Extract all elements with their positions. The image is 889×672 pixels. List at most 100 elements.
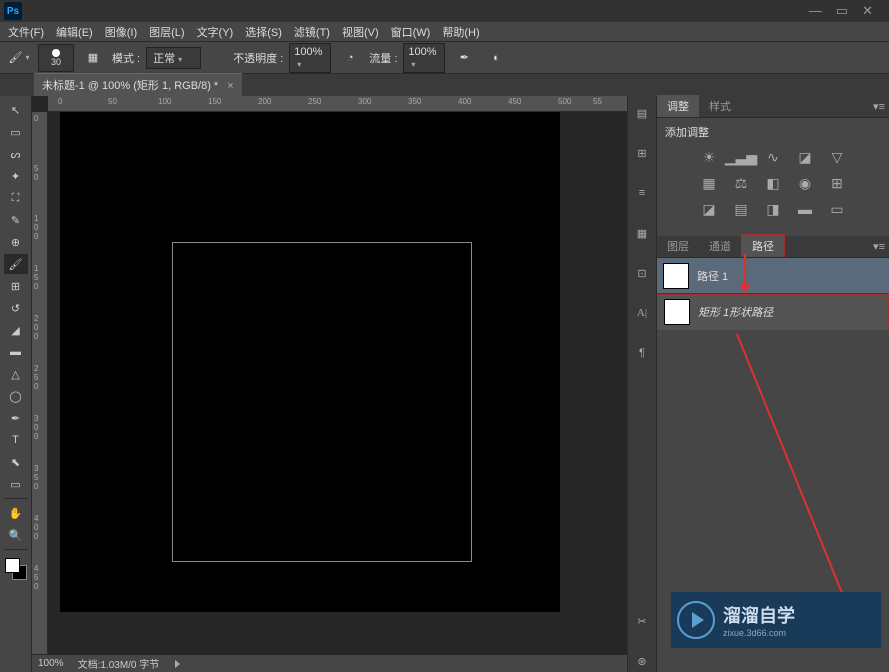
move-tool[interactable]: ↖ <box>4 100 28 120</box>
dodge-tool[interactable]: ◯ <box>4 386 28 406</box>
blend-mode-select[interactable]: 正常▾ <box>146 47 201 69</box>
curves-icon[interactable]: ∿ <box>762 148 784 166</box>
menu-edit[interactable]: 编辑(E) <box>56 24 93 40</box>
path-item-1[interactable]: 路径 1 <box>657 258 889 294</box>
tablet-pressure-icon[interactable]: ◐ <box>483 47 509 69</box>
path-selection-tool[interactable]: ⬉ <box>4 452 28 472</box>
ruler-vertical[interactable]: 050100150200250300350400450 <box>32 112 48 654</box>
opacity-input[interactable]: 100%▾ <box>289 43 331 73</box>
hue-sat-icon[interactable]: ▦ <box>698 174 720 192</box>
brush-panel-icon[interactable]: ▦ <box>631 222 653 244</box>
photo-filter-icon[interactable]: ◉ <box>794 174 816 192</box>
gradient-map-icon[interactable]: ▬ <box>794 200 816 218</box>
posterize-icon[interactable]: ▤ <box>730 200 752 218</box>
blend-mode-label: 模式 : <box>112 50 140 66</box>
vibrance-icon[interactable]: ▽ <box>826 148 848 166</box>
canvas-area: 05010015020025030035040045050055 0501001… <box>32 96 627 672</box>
tab-layers[interactable]: 图层 <box>657 235 699 257</box>
tab-styles[interactable]: 样式 <box>699 95 741 117</box>
menu-view[interactable]: 视图(V) <box>342 24 379 40</box>
adjustments-title: 添加调整 <box>665 124 881 140</box>
history-panel-icon[interactable]: ▤ <box>631 102 653 124</box>
exposure-icon[interactable]: ◪ <box>794 148 816 166</box>
path-name-label: 矩形 1形状路径 <box>698 304 773 320</box>
selective-color-icon[interactable]: ▭ <box>826 200 848 218</box>
tab-channels[interactable]: 通道 <box>699 235 741 257</box>
color-balance-icon[interactable]: ⚖ <box>730 174 752 192</box>
right-panels: 调整 样式 ▾≡ 添加调整 ☀ ▁▃▅ ∿ ◪ ▽ ▦ ⚖ ◧ ◉ ⊞ ◪ ▤ <box>657 96 889 672</box>
zoom-level[interactable]: 100% <box>38 658 64 669</box>
paths-panel-menu-icon[interactable]: ▾≡ <box>873 240 885 253</box>
brightness-icon[interactable]: ☀ <box>698 148 720 166</box>
channel-mixer-icon[interactable]: ⊞ <box>826 174 848 192</box>
adjustments-panel: 添加调整 ☀ ▁▃▅ ∿ ◪ ▽ ▦ ⚖ ◧ ◉ ⊞ ◪ ▤ ◨ ▬ ▭ <box>657 118 889 236</box>
info-panel-icon[interactable]: ⊡ <box>631 262 653 284</box>
brush-size-value: 30 <box>51 57 61 67</box>
character-panel-icon[interactable]: A| <box>631 302 653 324</box>
threshold-icon[interactable]: ◨ <box>762 200 784 218</box>
paragraph-panel-icon[interactable]: ¶ <box>631 342 653 364</box>
levels-icon[interactable]: ▁▃▅ <box>730 148 752 166</box>
paths-panel: 路径 1 矩形 1形状路径 溜溜自学 zixue.3d66.com <box>657 258 889 672</box>
close-document-icon[interactable]: × <box>227 80 233 92</box>
rectangle-shape-path[interactable] <box>172 242 472 562</box>
zoom-tool[interactable]: 🔍 <box>4 525 28 545</box>
tab-paths[interactable]: 路径 <box>741 234 785 257</box>
document-tab-title: 未标题-1 @ 100% (矩形 1, RGB/8) * <box>42 80 218 92</box>
tab-adjustments[interactable]: 调整 <box>657 95 699 117</box>
eyedropper-tool[interactable]: ✎ <box>4 210 28 230</box>
brush-preset-picker[interactable]: 30 <box>38 44 74 72</box>
ruler-horizontal[interactable]: 05010015020025030035040045050055 <box>48 96 627 112</box>
tools-panel-icon[interactable]: ✂ <box>631 610 653 632</box>
watermark-url: zixue.3d66.com <box>723 628 795 638</box>
marquee-tool[interactable]: ▭ <box>4 122 28 142</box>
eraser-tool[interactable]: ◢ <box>4 320 28 340</box>
lasso-tool[interactable]: ᔕ <box>4 144 28 164</box>
close-button[interactable]: ✕ <box>862 3 873 19</box>
menu-type[interactable]: 文字(Y) <box>197 24 234 40</box>
clone-stamp-tool[interactable]: ⊞ <box>4 276 28 296</box>
path-item-shape[interactable]: 矩形 1形状路径 <box>657 294 889 330</box>
history-brush-tool[interactable]: ↺ <box>4 298 28 318</box>
invert-icon[interactable]: ◪ <box>698 200 720 218</box>
menu-window[interactable]: 窗口(W) <box>391 24 431 40</box>
rectangle-tool[interactable]: ▭ <box>4 474 28 494</box>
type-tool[interactable]: T <box>4 430 28 450</box>
menubar: 文件(F) 编辑(E) 图像(I) 图层(L) 文字(Y) 选择(S) 滤镜(T… <box>0 22 889 42</box>
document-tabs: 未标题-1 @ 100% (矩形 1, RGB/8) * × <box>0 74 889 96</box>
blur-tool[interactable]: △ <box>4 364 28 384</box>
airbrush-icon[interactable]: ✒ <box>451 47 477 69</box>
tool-preset-icon[interactable]: 🖌▾ <box>6 47 32 69</box>
document-tab[interactable]: 未标题-1 @ 100% (矩形 1, RGB/8) * × <box>34 73 242 96</box>
navigator-panel-icon[interactable]: ⊛ <box>631 650 653 672</box>
brush-panel-toggle-icon[interactable]: ▦ <box>80 47 106 69</box>
hand-tool[interactable]: ✋ <box>4 503 28 523</box>
magic-wand-tool[interactable]: ✦ <box>4 166 28 186</box>
maximize-button[interactable]: ▭ <box>836 3 848 19</box>
healing-brush-tool[interactable]: ⊕ <box>4 232 28 252</box>
status-bar: 100% 文档:1.03M/0 字节 <box>32 654 627 672</box>
properties-panel-icon[interactable]: ≡ <box>631 182 653 204</box>
window-controls: — ▭ ✕ <box>809 3 885 19</box>
gradient-tool[interactable]: ▬ <box>4 342 28 362</box>
menu-image[interactable]: 图像(I) <box>105 24 137 40</box>
menu-layer[interactable]: 图层(L) <box>149 24 184 40</box>
brush-tool[interactable]: 🖌 <box>4 254 28 274</box>
flow-input[interactable]: 100%▾ <box>403 43 445 73</box>
menu-help[interactable]: 帮助(H) <box>442 24 479 40</box>
menu-filter[interactable]: 滤镜(T) <box>294 24 330 40</box>
crop-tool[interactable]: ⛶ <box>4 188 28 208</box>
actions-panel-icon[interactable]: ⊞ <box>631 142 653 164</box>
color-swatch[interactable] <box>5 558 27 580</box>
bw-icon[interactable]: ◧ <box>762 174 784 192</box>
panel-menu-icon[interactable]: ▾≡ <box>873 100 885 113</box>
path-name-label: 路径 1 <box>697 268 728 284</box>
minimize-button[interactable]: — <box>809 3 822 19</box>
canvas[interactable] <box>48 112 627 654</box>
opacity-pressure-icon[interactable]: ◔ <box>337 47 363 69</box>
pen-tool[interactable]: ✒ <box>4 408 28 428</box>
foreground-color[interactable] <box>5 558 20 573</box>
menu-select[interactable]: 选择(S) <box>245 24 282 40</box>
menu-file[interactable]: 文件(F) <box>8 24 44 40</box>
status-menu-icon[interactable] <box>175 660 180 668</box>
